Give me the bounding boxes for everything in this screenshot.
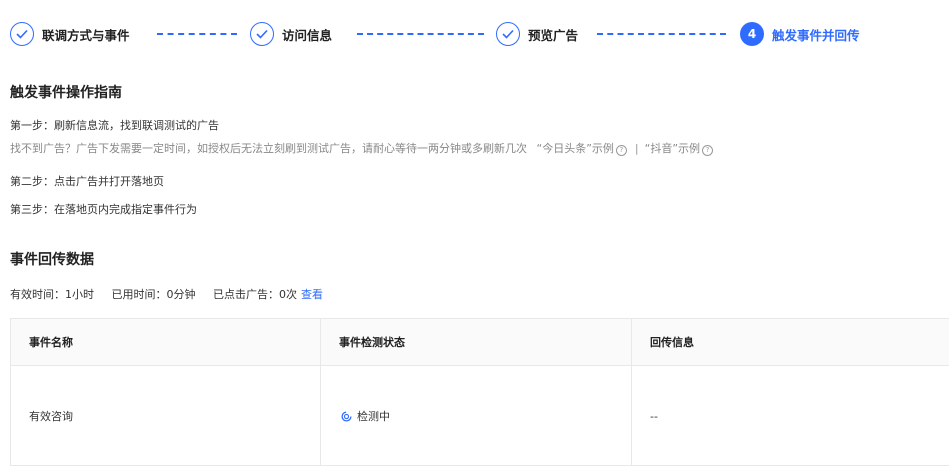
- step-4: 4 触发事件并回传: [740, 20, 860, 48]
- step-connector: [357, 33, 484, 35]
- view-link[interactable]: 查看: [301, 288, 323, 301]
- step-connector: [157, 33, 237, 35]
- step-connector: [597, 33, 726, 35]
- status-text: 检测中: [357, 410, 390, 423]
- step-4-label: 触发事件并回传: [772, 27, 860, 43]
- table-header: 事件名称 事件检测状态 回传信息: [11, 319, 949, 366]
- step-2: 访问信息: [250, 20, 332, 48]
- separator: |: [634, 142, 639, 155]
- check-icon: [496, 22, 520, 46]
- event-table: 事件名称 事件检测状态 回传信息 有效咨询 检测中 --: [10, 318, 949, 466]
- clicked-count: 已点击广告：0次: [213, 288, 297, 301]
- example-douyin-label: “抖音”示例: [644, 142, 701, 155]
- valid-time: 有效时间：1小时: [10, 288, 94, 301]
- step-number-badge: 4: [740, 22, 764, 46]
- check-icon: [250, 22, 274, 46]
- callback-stats: 有效时间：1小时 已用时间：0分钟 已点击广告：0次 查看: [10, 286, 337, 302]
- cell-event-name: 有效咨询: [11, 366, 321, 466]
- callback-title: 事件回传数据: [10, 252, 94, 268]
- guide-title: 触发事件操作指南: [10, 85, 122, 101]
- guide-step-1: 第一步：刷新信息流，找到联调测试的广告: [10, 119, 219, 132]
- guide-tip: 找不到广告？广告下发需要一定时间，如授权后无法立刻刷到测试广告，请耐心等待一两分…: [10, 140, 715, 156]
- table-row: 有效咨询 检测中 --: [11, 366, 949, 466]
- cell-event-status: 检测中: [321, 366, 632, 466]
- step-3-label: 预览广告: [528, 27, 579, 43]
- used-time: 已用时间：0分钟: [111, 288, 196, 301]
- guide-step-2: 第二步：点击广告并打开落地页: [10, 175, 164, 188]
- guide-step-3: 第三步：在落地页内完成指定事件行为: [10, 203, 197, 216]
- step-1-label: 联调方式与事件: [42, 27, 130, 43]
- header-callback-info: 回传信息: [650, 336, 694, 349]
- header-event-name: 事件名称: [11, 319, 321, 365]
- cell-callback-info: --: [650, 409, 658, 423]
- check-icon: [10, 22, 34, 46]
- tip-text: 找不到广告？广告下发需要一定时间，如授权后无法立刻刷到测试广告，请耐心等待一两分…: [10, 142, 527, 155]
- question-circle-icon: ?: [615, 145, 627, 156]
- question-circle-icon: ?: [702, 145, 714, 156]
- example-toutiao-label: “今日头条”示例: [536, 142, 614, 155]
- step-3: 预览广告: [496, 20, 578, 48]
- loading-icon: [341, 410, 352, 422]
- step-2-label: 访问信息: [282, 27, 333, 43]
- header-event-status: 事件检测状态: [321, 319, 632, 365]
- step-1: 联调方式与事件: [10, 20, 130, 48]
- example-toutiao-link[interactable]: “今日头条”示例?: [536, 142, 629, 156]
- steps-bar: 联调方式与事件 访问信息 预览广告 4 触发事件并回传: [10, 20, 949, 48]
- example-douyin-link[interactable]: “抖音”示例?: [644, 142, 715, 156]
